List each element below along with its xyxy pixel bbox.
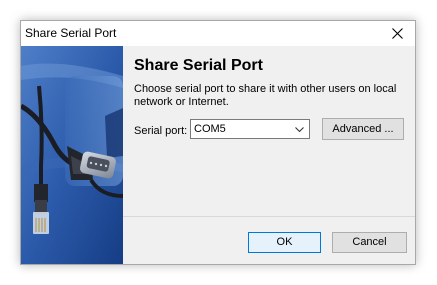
advanced-button[interactable]: Advanced ... — [322, 118, 404, 140]
dialog-description: Choose serial port to share it with othe… — [134, 83, 397, 108]
share-serial-port-dialog: Share Serial Port Share Serial Port Choo… — [20, 20, 416, 265]
close-button[interactable] — [381, 21, 415, 46]
banner-image — [21, 46, 123, 264]
serial-port-value: COM5 — [194, 123, 226, 135]
content-area: Share Serial Port Choose serial port to … — [123, 46, 415, 264]
cancel-button[interactable]: Cancel — [332, 232, 407, 253]
window-title: Share Serial Port — [25, 26, 117, 40]
serial-port-select[interactable]: COM5 — [190, 119, 310, 139]
separator — [123, 216, 415, 217]
chevron-down-icon — [295, 127, 304, 133]
close-icon — [392, 28, 403, 39]
serial-port-label: Serial port: — [134, 125, 188, 137]
ok-button[interactable]: OK — [248, 232, 321, 253]
dialog-heading: Share Serial Port — [134, 57, 263, 74]
title-bar[interactable]: Share Serial Port — [21, 21, 415, 46]
